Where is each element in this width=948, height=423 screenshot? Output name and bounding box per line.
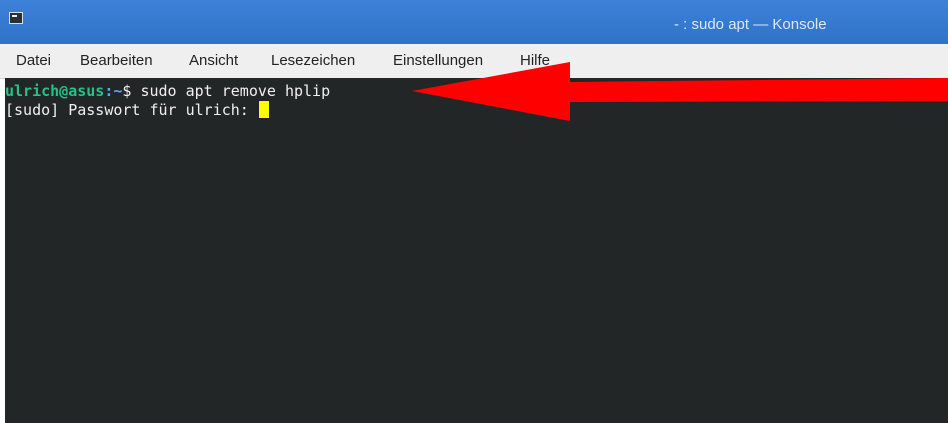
command-text: sudo apt remove hplip xyxy=(131,82,331,100)
text-cursor xyxy=(258,101,269,118)
terminal-output[interactable]: ulrich@asus:~$ sudo apt remove hplip [su… xyxy=(5,78,948,423)
password-prompt: [sudo] Passwort für ulrich: xyxy=(5,101,258,119)
menu-item-bearbeiten[interactable]: Bearbeiten xyxy=(80,52,153,69)
menu-item-hilfe[interactable]: Hilfe xyxy=(520,52,550,69)
menu-item-datei[interactable]: Datei xyxy=(16,52,51,69)
konsole-window: - : sudo apt — Konsole Datei Bearbeiten … xyxy=(0,0,948,423)
command-line: ulrich@asus:~$ sudo apt remove hplip xyxy=(5,82,330,101)
prompt-user: ulrich@asus xyxy=(5,82,105,100)
title-bar[interactable]: - : sudo apt — Konsole xyxy=(0,0,948,44)
password-line: [sudo] Passwort für ulrich: xyxy=(5,101,269,120)
menu-item-lesezeichen[interactable]: Lesezeichen xyxy=(271,52,355,69)
window-title: - : sudo apt — Konsole xyxy=(674,16,827,33)
menu-item-ansicht[interactable]: Ansicht xyxy=(189,52,238,69)
terminal-icon[interactable] xyxy=(9,12,23,24)
menu-item-einstellungen[interactable]: Einstellungen xyxy=(393,52,483,69)
menu-bar: Datei Bearbeiten Ansicht Lesezeichen Ein… xyxy=(0,44,948,79)
